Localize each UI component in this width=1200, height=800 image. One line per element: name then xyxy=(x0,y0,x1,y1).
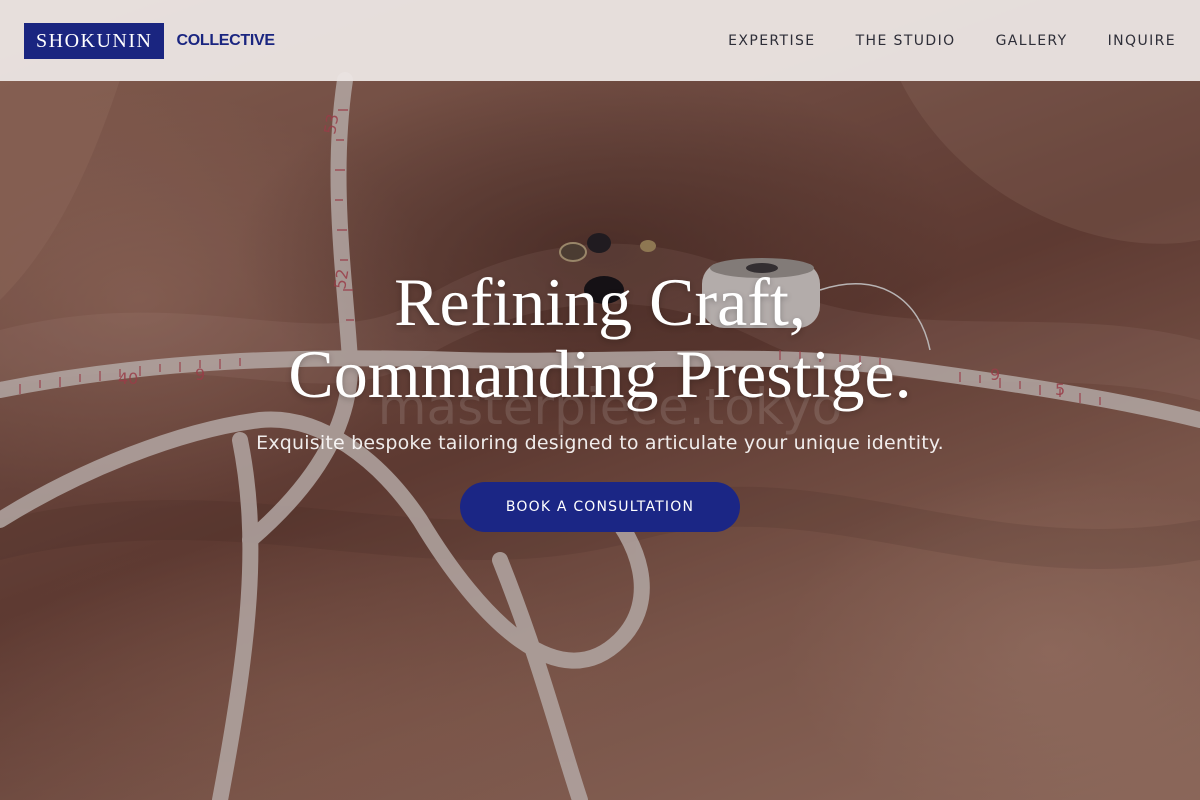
site-header: SHOKUNIN COLLECTIVE EXPERTISE THE STUDIO… xyxy=(0,0,1200,81)
nav-link-expertise[interactable]: EXPERTISE xyxy=(728,33,815,49)
hero-subtitle: Exquisite bespoke tailoring designed to … xyxy=(256,432,944,454)
hero-title-line-1: Refining Craft, xyxy=(394,264,806,340)
book-consultation-button[interactable]: BOOK A CONSULTATION xyxy=(460,482,740,532)
nav-link-gallery[interactable]: GALLERY xyxy=(996,33,1068,49)
hero-title-line-2: Commanding Prestige. xyxy=(288,336,912,412)
nav-link-the-studio[interactable]: THE STUDIO xyxy=(856,33,956,49)
main-nav: EXPERTISE THE STUDIO GALLERY INQUIRE xyxy=(728,33,1176,49)
hero-title: Refining Craft, Commanding Prestige. xyxy=(0,266,1200,410)
page: 53 52 40 9 9 5 masterpiece.tokyo SHOKUNI… xyxy=(0,0,1200,800)
brand-name: SHOKUNIN xyxy=(24,22,165,59)
hero-section: Refining Craft, Commanding Prestige. Exq… xyxy=(0,266,1200,532)
brand-logo[interactable]: SHOKUNIN COLLECTIVE xyxy=(24,22,275,59)
nav-link-inquire[interactable]: INQUIRE xyxy=(1108,33,1176,49)
brand-subtitle: COLLECTIVE xyxy=(176,31,275,49)
